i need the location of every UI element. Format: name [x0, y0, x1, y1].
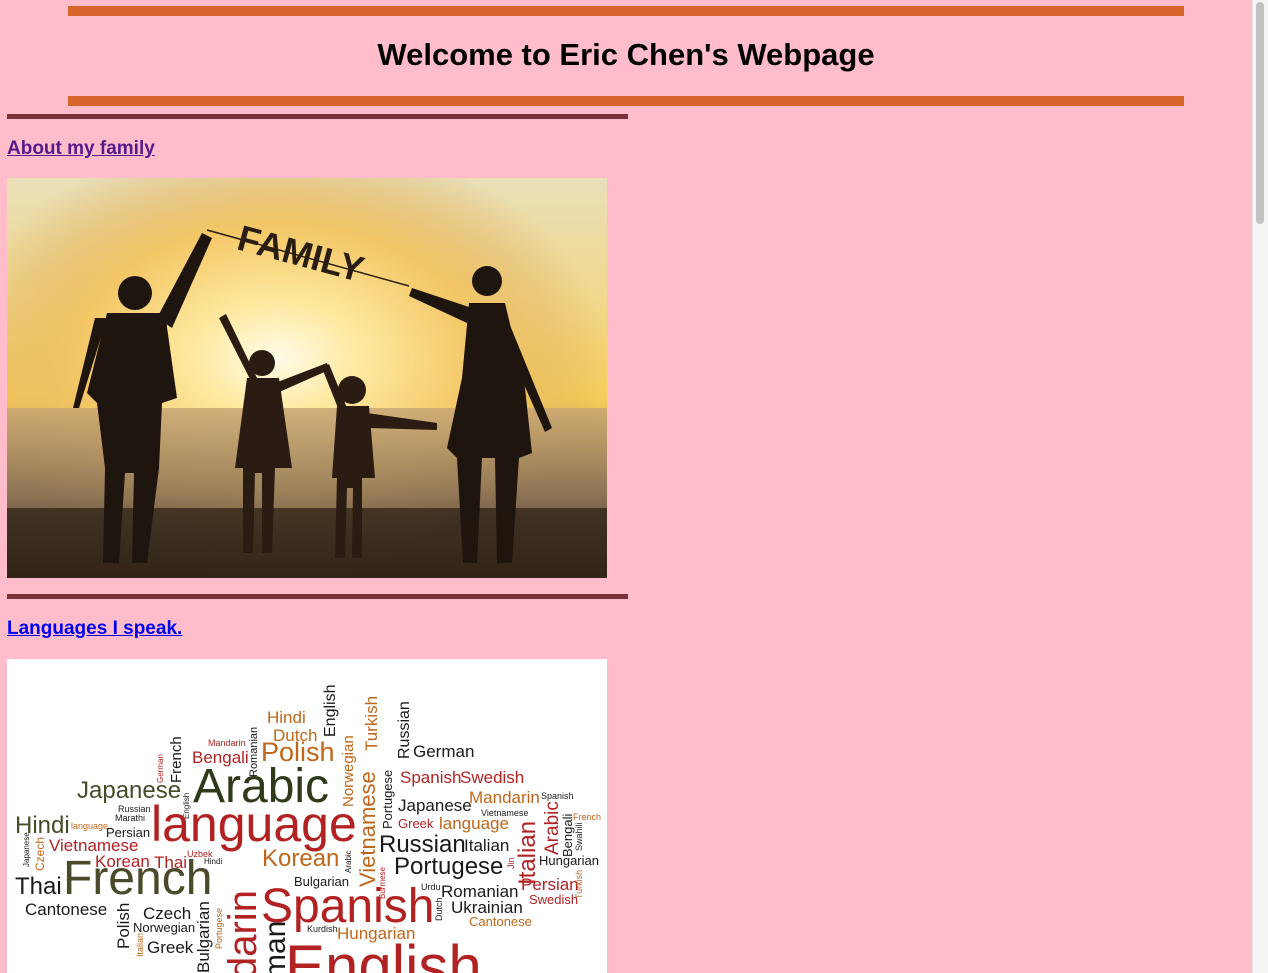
word-cloud-word: Marathi: [115, 813, 146, 823]
word-cloud-word: French: [63, 852, 213, 905]
family-photo: FAMILY: [7, 178, 607, 578]
word-cloud-word: Cantonese: [25, 900, 108, 919]
word-cloud-word: Arabic: [344, 850, 353, 873]
word-cloud-word: French: [573, 812, 602, 822]
word-cloud-word: Greek: [147, 938, 194, 957]
scrollbar-thumb[interactable]: [1256, 2, 1264, 224]
word-cloud-word: Hungarian: [539, 853, 599, 868]
word-cloud-word: language: [151, 796, 357, 852]
word-cloud-word: Portugese: [394, 853, 504, 880]
word-cloud-word: darin: [221, 890, 265, 973]
word-cloud-word: Korean: [262, 845, 340, 872]
word-cloud-word: Thai: [15, 873, 62, 900]
section-divider: [7, 594, 628, 599]
word-cloud-word: Russian: [396, 701, 413, 759]
word-cloud-word: English: [285, 933, 482, 973]
header-top-bar: [68, 6, 1184, 16]
header-bottom-bar: [68, 96, 1184, 106]
word-cloud-word: Italian: [464, 836, 510, 855]
word-cloud-word: Japanese: [398, 796, 472, 815]
word-cloud-word: Swedish: [460, 768, 525, 787]
word-cloud-word: Turkish: [362, 695, 381, 751]
section-divider: [7, 114, 628, 119]
word-cloud-word: Czech: [33, 836, 47, 871]
word-cloud-word: Vietnamese: [355, 771, 380, 887]
word-cloud-word: German: [413, 742, 475, 761]
languages-word-cloud-image: Hindi Dutch English Turkish Russian Mand…: [7, 659, 607, 973]
languages-link[interactable]: Languages I speak.: [7, 618, 182, 640]
word-cloud-word: English: [322, 684, 339, 737]
word-cloud-word: Cantonese: [469, 914, 532, 929]
word-cloud-word: Jin: [506, 857, 516, 869]
family-silhouette-image: FAMILY: [7, 178, 607, 578]
word-cloud-word: Portugese: [380, 769, 395, 829]
word-cloud-word: Swahili: [574, 822, 584, 851]
word-cloud-word: French: [168, 736, 185, 783]
word-cloud-word: Swedish: [529, 892, 579, 907]
word-cloud-word: Mandarin: [208, 738, 246, 748]
word-cloud-word: Mandarin: [469, 788, 540, 807]
vertical-scrollbar[interactable]: [1252, 0, 1268, 973]
word-cloud-word: Spanish: [400, 768, 462, 787]
word-cloud-word: Italian: [135, 932, 145, 957]
word-cloud-word: Persian: [521, 875, 579, 894]
word-cloud-word: Japanese: [22, 832, 31, 867]
page-title: Welcome to Eric Chen's Webpage: [377, 37, 875, 72]
word-cloud-word: Dutch: [434, 897, 444, 921]
word-cloud-word: Bulgarian: [194, 901, 213, 973]
word-cloud-word: Hindi: [267, 708, 306, 727]
word-cloud-word: Greek: [398, 816, 434, 831]
word-cloud-word: Portugese: [214, 907, 224, 949]
word-cloud-word: Polish: [114, 902, 133, 949]
word-cloud-word: language: [71, 821, 109, 831]
word-cloud-word: Spanish: [541, 791, 574, 801]
word-cloud-word: language: [439, 814, 509, 833]
about-family-link[interactable]: About my family: [7, 138, 155, 160]
